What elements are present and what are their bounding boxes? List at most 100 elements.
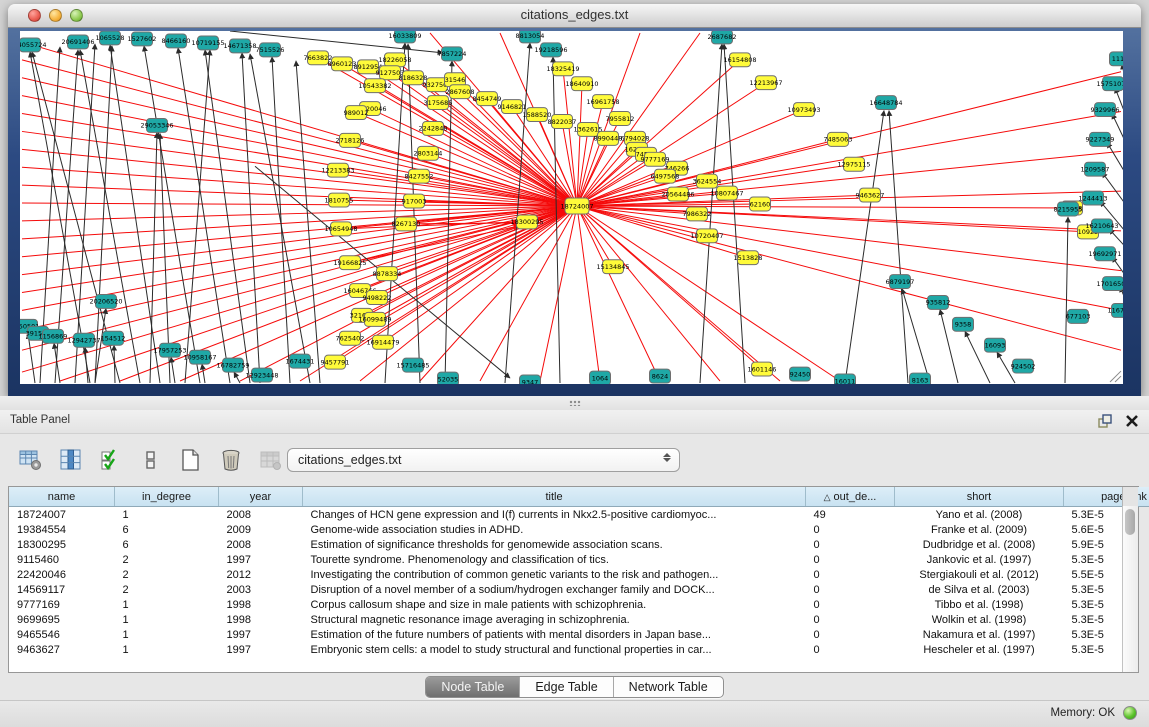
scrollbar-thumb[interactable] (1125, 509, 1135, 535)
select-visible-columns-icon[interactable] (98, 447, 124, 473)
graph-node[interactable] (328, 163, 349, 177)
graph-node[interactable] (403, 71, 424, 85)
black-edge[interactable] (205, 50, 250, 383)
graph-node[interactable] (385, 53, 406, 67)
network-canvas[interactable]: 2405572420691406106552815276028466160107… (20, 31, 1123, 384)
red-edge[interactable] (406, 223, 519, 224)
graph-node[interactable] (96, 295, 117, 309)
graph-node[interactable] (290, 354, 311, 368)
graph-node[interactable] (828, 132, 849, 146)
graph-node[interactable] (477, 92, 498, 106)
network-graph[interactable]: 2405572420691406106552815276028466160107… (20, 31, 1123, 384)
show-columns-icon[interactable] (58, 447, 84, 473)
graph-node[interactable] (1095, 103, 1116, 117)
tab-network-table[interactable]: Network Table (614, 677, 723, 697)
graph-node[interactable] (1103, 77, 1124, 91)
black-edge[interactable] (1112, 114, 1123, 150)
graph-node[interactable] (756, 76, 777, 90)
row-options-icon[interactable] (138, 447, 164, 473)
graph-node[interactable] (1092, 219, 1113, 233)
graph-node[interactable] (1085, 162, 1106, 176)
graph-node[interactable] (590, 371, 611, 384)
minimize-window-button[interactable] (49, 9, 62, 22)
table-row[interactable]: 946362711997Embryonic stem cells: a mode… (9, 642, 1149, 657)
graph-node[interactable] (750, 197, 771, 211)
red-edge[interactable] (360, 206, 577, 381)
graph-node[interactable] (520, 31, 541, 43)
graph-hub-node[interactable] (565, 198, 589, 214)
black-edge[interactable] (1102, 172, 1123, 209)
graph-node[interactable] (1090, 132, 1111, 146)
graph-node[interactable] (650, 369, 671, 383)
red-edge[interactable] (577, 206, 1072, 208)
graph-node[interactable] (230, 39, 251, 53)
table-row[interactable]: 977716911998Corpus callosum shape and si… (9, 597, 1149, 612)
graph-node[interactable] (68, 35, 89, 49)
table-row[interactable]: 1872400712008Changes of HCN gene express… (9, 507, 1149, 523)
black-edge[interactable] (234, 372, 240, 383)
create-table-icon[interactable] (178, 447, 204, 473)
graph-node[interactable] (308, 51, 329, 65)
black-edge[interactable] (889, 111, 908, 383)
panel-splitter[interactable] (0, 396, 1149, 411)
graph-node[interactable] (132, 32, 153, 46)
graph-node[interactable] (438, 372, 459, 384)
black-edge[interactable] (845, 111, 884, 383)
graph-node[interactable] (325, 355, 346, 369)
graph-node[interactable] (198, 36, 219, 50)
graph-node[interactable] (340, 331, 361, 345)
graph-node[interactable] (928, 296, 949, 310)
black-edge[interactable] (1115, 88, 1123, 124)
graph-node[interactable] (553, 62, 574, 76)
graph-node[interactable] (552, 115, 573, 129)
graph-node[interactable] (346, 106, 367, 120)
graph-node[interactable] (329, 193, 350, 207)
graph-node[interactable] (717, 186, 738, 200)
red-edge[interactable] (577, 206, 600, 381)
red-edge[interactable] (480, 206, 577, 381)
graph-node[interactable] (578, 122, 599, 136)
graph-node[interactable] (20, 38, 41, 52)
graph-node[interactable] (953, 317, 974, 331)
red-edge[interactable] (335, 206, 577, 362)
column-header-in_degree[interactable]: in_degree (115, 487, 219, 507)
graph-node[interactable] (377, 267, 398, 281)
tab-node-table[interactable]: Node Table (426, 677, 520, 697)
table-row[interactable]: 969969511998Structural magnetic resonanc… (9, 612, 1149, 627)
table-row[interactable]: 1456911722003Disruption of a novel membe… (9, 582, 1149, 597)
table-vertical-scrollbar[interactable] (1122, 506, 1138, 672)
graph-node[interactable] (423, 121, 444, 135)
graph-node[interactable] (442, 47, 463, 61)
table-row[interactable]: 1938455462009Genome-wide association stu… (9, 522, 1149, 537)
graph-node[interactable] (517, 215, 538, 229)
table-settings-icon[interactable] (18, 447, 44, 473)
graph-node[interactable] (687, 207, 708, 221)
graph-node[interactable] (668, 187, 689, 201)
graph-node[interactable] (790, 367, 811, 381)
graph-node[interactable] (1058, 202, 1079, 216)
graph-node[interactable] (610, 112, 631, 126)
column-header-title[interactable]: title (303, 487, 806, 507)
graph-node[interactable] (340, 256, 361, 270)
graph-node[interactable] (697, 229, 718, 243)
black-edge[interactable] (902, 289, 930, 383)
red-edge[interactable] (375, 86, 577, 206)
red-edge[interactable] (577, 206, 1121, 271)
graph-node[interactable] (260, 43, 281, 57)
black-edge[interactable] (202, 364, 205, 383)
graph-node[interactable] (103, 331, 124, 345)
graph-node[interactable] (340, 133, 361, 147)
import-table-disabled-icon[interactable] (258, 447, 284, 473)
graph-node[interactable] (1068, 309, 1089, 323)
graph-node[interactable] (100, 31, 121, 45)
graph-node[interactable] (147, 119, 168, 133)
graph-node[interactable] (572, 77, 593, 91)
graph-node[interactable] (43, 329, 64, 343)
graph-node[interactable] (1110, 52, 1124, 66)
graph-node[interactable] (527, 108, 548, 122)
float-panel-icon[interactable] (1097, 413, 1113, 429)
graph-node[interactable] (190, 350, 211, 364)
graph-node[interactable] (860, 188, 881, 202)
black-edge[interactable] (408, 44, 420, 383)
graph-node[interactable] (428, 96, 449, 110)
